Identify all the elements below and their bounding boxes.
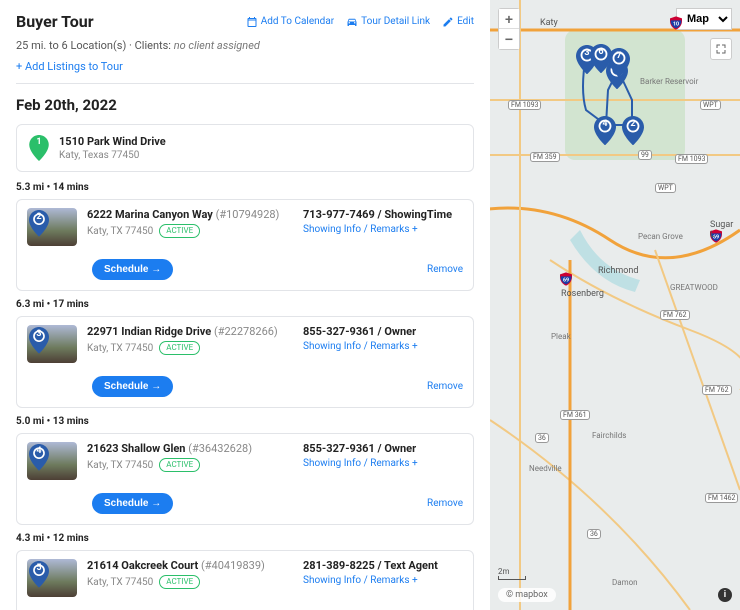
- status-badge: ACTIVE: [159, 341, 200, 355]
- map-bg: [490, 0, 740, 610]
- listing-title[interactable]: 21623 Shallow Glen (#36432628): [87, 442, 293, 455]
- start-address: 1510 Park Wind Drive: [59, 135, 166, 148]
- tour-panel: Buyer Tour Add To Calendar Tour Detail L…: [0, 0, 490, 610]
- map-zoom-controls: + −: [498, 8, 520, 50]
- schedule-button[interactable]: Schedule →: [92, 259, 173, 280]
- listing-card: 2 6222 Marina Canyon Way (#10794928) Katy,…: [16, 199, 474, 291]
- showing-phone: 713-977-7469 / ShowingTime: [303, 208, 463, 221]
- status-badge: ACTIVE: [159, 224, 200, 238]
- calendar-icon: [246, 16, 258, 28]
- add-listings-link[interactable]: + Add Listings to Tour: [16, 60, 123, 73]
- mls-number: (#10794928): [216, 208, 280, 221]
- add-to-calendar-link[interactable]: Add To Calendar: [246, 16, 334, 28]
- fullscreen-button[interactable]: [710, 38, 732, 60]
- svg-text:10: 10: [673, 22, 679, 28]
- map-type-select[interactable]: Map: [676, 8, 732, 30]
- listing-card: 4 21623 Shallow Glen (#36432628) Katy, TX …: [16, 433, 474, 525]
- interstate-shield-icon: 69: [708, 228, 724, 244]
- remove-link[interactable]: Remove: [427, 498, 463, 509]
- listing-city: Katy, TX 77450: [87, 226, 153, 237]
- mls-number: (#22278266): [214, 325, 278, 338]
- showing-phone: 855-327-9361 / Owner: [303, 442, 463, 455]
- listing-thumbnail[interactable]: 5: [27, 559, 77, 597]
- listing-card: 5 21614 Oakcreek Court (#40419839) Katy, T…: [16, 550, 474, 610]
- tour-date: Feb 20th, 2022: [16, 96, 474, 114]
- listing-thumbnail[interactable]: 4: [27, 442, 77, 480]
- showing-info-link[interactable]: Showing Info / Remarks +: [303, 341, 463, 352]
- showing-info-link[interactable]: Showing Info / Remarks +: [303, 575, 463, 586]
- listing-title[interactable]: 22971 Indian Ridge Drive (#22278266): [87, 325, 293, 338]
- zoom-in-button[interactable]: +: [499, 9, 519, 29]
- status-badge: ACTIVE: [159, 575, 200, 589]
- showing-info-link[interactable]: Showing Info / Remarks +: [303, 224, 463, 235]
- schedule-button[interactable]: Schedule →: [92, 493, 173, 514]
- tour-summary: 25 mi. to 6 Location(s) · Clients: no cl…: [16, 39, 474, 52]
- map-pin[interactable]: 4: [594, 116, 616, 144]
- segment-distance: 6.3 mi • 17 mins: [16, 299, 474, 310]
- zoom-out-button[interactable]: −: [499, 29, 519, 49]
- start-city: Katy, Texas 77450: [59, 150, 166, 161]
- mls-number: (#40419839): [201, 559, 265, 572]
- listing-city: Katy, TX 77450: [87, 577, 153, 588]
- interstate-shield-icon: 69: [558, 271, 574, 287]
- segment-distance: 4.3 mi • 12 mins: [16, 533, 474, 544]
- showing-phone: 281-389-8225 / Text Agent: [303, 559, 463, 572]
- map-pin[interactable]: 7: [608, 48, 630, 76]
- pencil-icon: [442, 16, 454, 28]
- listing-title[interactable]: 21614 Oakcreek Court (#40419839): [87, 559, 293, 572]
- svg-text:69: 69: [563, 278, 569, 284]
- map-pin[interactable]: 2: [622, 116, 644, 144]
- showing-info-link[interactable]: Showing Info / Remarks +: [303, 458, 463, 469]
- fullscreen-icon: [715, 43, 727, 55]
- showing-phone: 855-327-9361 / Owner: [303, 325, 463, 338]
- listing-city: Katy, TX 77450: [87, 460, 153, 471]
- remove-link[interactable]: Remove: [427, 381, 463, 392]
- map-scale: 2m: [498, 567, 526, 580]
- listing-card: 3 22971 Indian Ridge Drive (#22278266) Kat…: [16, 316, 474, 408]
- status-badge: ACTIVE: [159, 458, 200, 472]
- start-location-card: 1 1510 Park Wind Drive Katy, Texas 77450: [16, 124, 474, 172]
- car-icon: [346, 16, 358, 28]
- remove-link[interactable]: Remove: [427, 264, 463, 275]
- map-info-button[interactable]: i: [718, 588, 732, 602]
- interstate-shield-icon: 10: [668, 15, 684, 31]
- svg-text:69: 69: [713, 235, 719, 241]
- listing-city: Katy, TX 77450: [87, 343, 153, 354]
- schedule-button[interactable]: Schedule →: [92, 376, 173, 397]
- listing-thumbnail[interactable]: 2: [27, 208, 77, 246]
- segment-distance: 5.3 mi • 14 mins: [16, 182, 474, 193]
- mls-number: (#36432628): [188, 442, 252, 455]
- page-title: Buyer Tour: [16, 12, 94, 31]
- tour-detail-link[interactable]: Tour Detail Link: [346, 16, 430, 28]
- edit-link[interactable]: Edit: [442, 16, 474, 28]
- listing-title[interactable]: 6222 Marina Canyon Way (#10794928): [87, 208, 293, 221]
- map-attribution: © mapbox: [498, 588, 556, 602]
- listing-thumbnail[interactable]: 3: [27, 325, 77, 363]
- segment-distance: 5.0 mi • 13 mins: [16, 416, 474, 427]
- map-panel[interactable]: + − Map 69 69 10 234567 KatyBarker Reser…: [490, 0, 740, 610]
- divider: [16, 83, 474, 84]
